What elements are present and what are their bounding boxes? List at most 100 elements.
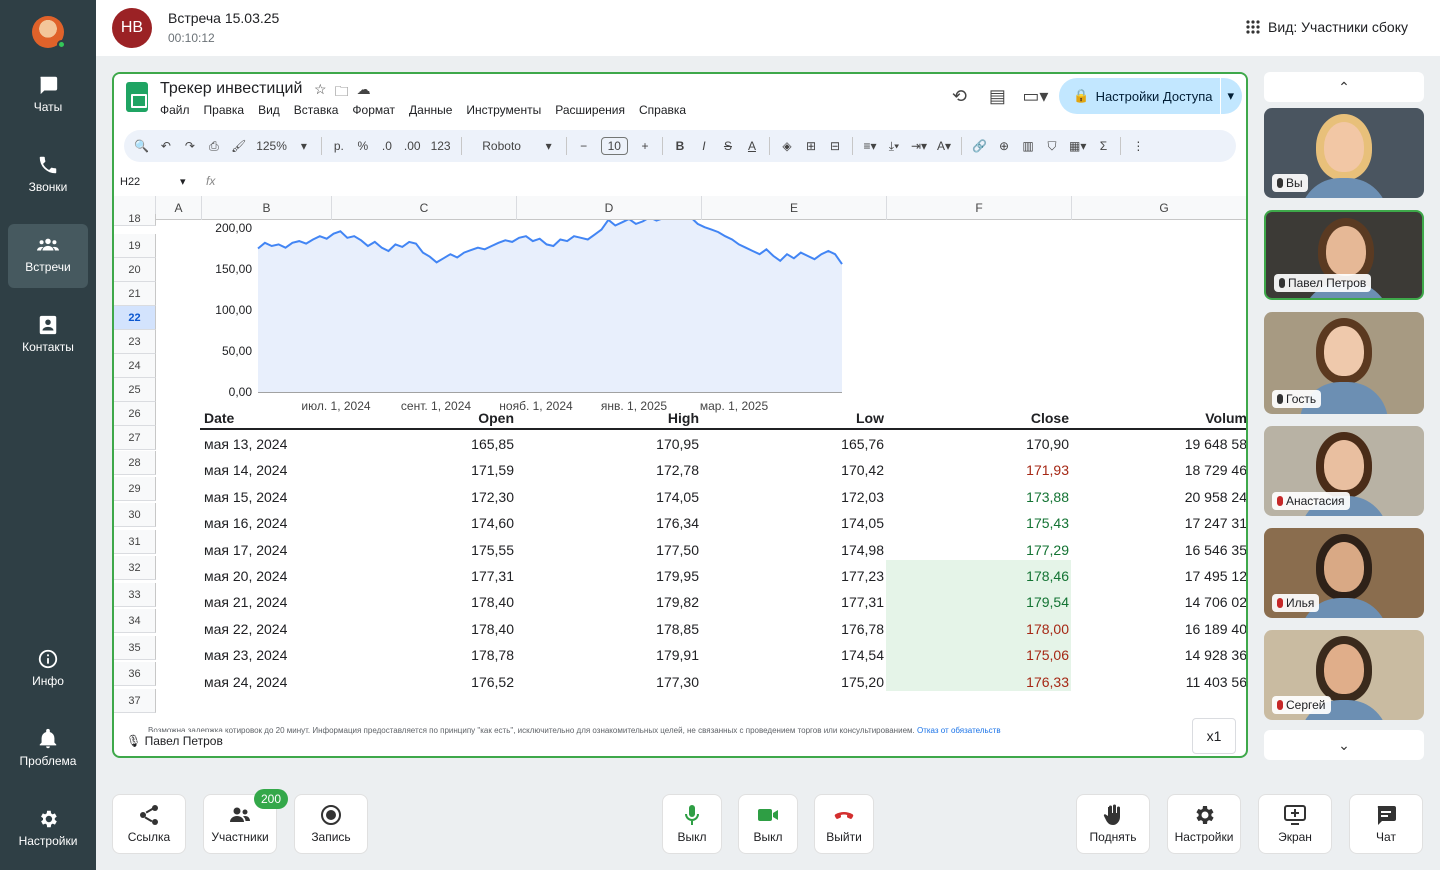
cell-date[interactable]: мая 24, 2024 <box>204 674 287 690</box>
menu-view[interactable]: Вид <box>258 103 280 117</box>
cell-low[interactable]: 165,76 <box>841 436 884 452</box>
cell-open[interactable]: 175,55 <box>471 542 514 558</box>
more-icon[interactable]: ⋮ <box>1131 139 1145 153</box>
cell-date[interactable]: мая 14, 2024 <box>204 462 287 478</box>
share-link-button[interactable]: Ссылка <box>112 794 186 854</box>
participants-button[interactable]: Участники 200 <box>203 789 288 854</box>
row-header[interactable]: 33 <box>114 583 156 607</box>
functions-icon[interactable]: Σ <box>1096 139 1110 153</box>
cell-date[interactable]: мая 15, 2024 <box>204 489 287 505</box>
cell-volume[interactable]: 20 958 24 <box>1167 489 1246 505</box>
cell-close[interactable]: 178,00 <box>1026 621 1069 637</box>
merge-cells-icon[interactable]: ⊟ <box>828 139 842 153</box>
filter-icon[interactable]: ⛉ <box>1045 139 1059 154</box>
disclaimer-link[interactable]: Отказ от обязательств <box>917 726 1001 735</box>
comments-icon[interactable]: ▤ <box>983 82 1011 110</box>
participant-tile[interactable]: Павел Петров <box>1264 210 1424 300</box>
row-header[interactable]: 27 <box>114 426 156 450</box>
cell-high[interactable]: 179,91 <box>656 647 699 663</box>
participant-tile[interactable]: Вы <box>1264 108 1424 198</box>
search-icon[interactable]: 🔍 <box>134 139 149 153</box>
comment-icon[interactable]: ⊕ <box>997 139 1011 153</box>
chevron-down-icon[interactable]: ▾ <box>180 175 186 188</box>
cell-close[interactable]: 170,90 <box>1026 436 1069 452</box>
cell-low[interactable]: 170,42 <box>841 462 884 478</box>
increase-decimal-button[interactable]: .00 <box>404 139 421 153</box>
cell-date[interactable]: мая 17, 2024 <box>204 542 287 558</box>
undo-icon[interactable]: ↶ <box>159 139 173 153</box>
row-header[interactable]: 19 <box>114 234 156 258</box>
row-header[interactable]: 20 <box>114 258 156 282</box>
cell-low[interactable]: 174,05 <box>841 515 884 531</box>
user-avatar[interactable] <box>32 16 66 49</box>
table-row[interactable]: мая 14, 2024 171,59 172,78 170,42 171,93 18 7… <box>200 458 1246 484</box>
cell-open[interactable]: 165,85 <box>471 436 514 452</box>
italic-icon[interactable]: I <box>697 139 711 153</box>
column-header[interactable]: E <box>702 196 887 220</box>
row-header[interactable]: 29 <box>114 477 156 501</box>
row-header[interactable]: 24 <box>114 354 156 378</box>
column-header[interactable]: C <box>332 196 517 220</box>
row-header[interactable]: 28 <box>114 451 156 475</box>
vertical-align-icon[interactable]: ⤓▾ <box>887 139 901 154</box>
cell-high[interactable]: 177,30 <box>656 674 699 690</box>
chevron-down-icon[interactable]: ▾ <box>542 139 556 153</box>
document-title[interactable]: Трекер инвестиций <box>160 80 302 98</box>
row-header[interactable]: 35 <box>114 636 156 660</box>
cell-volume[interactable]: 17 247 31 <box>1167 515 1246 531</box>
menu-extensions[interactable]: Расширения <box>555 103 625 117</box>
table-row[interactable]: мая 22, 2024 178,40 178,85 176,78 178,00 16 1… <box>200 617 1246 643</box>
participant-tile[interactable]: Илья <box>1264 528 1424 618</box>
table-row[interactable]: мая 20, 2024 177,31 179,95 177,23 178,46 17 4… <box>200 564 1246 590</box>
history-icon[interactable]: ⟲ <box>945 82 973 110</box>
font-size-decrease-icon[interactable]: − <box>577 139 591 153</box>
cell-volume[interactable]: 18 729 46 <box>1167 462 1246 478</box>
filter-views-icon[interactable]: ▦▾ <box>1069 139 1086 153</box>
cell-open[interactable]: 178,78 <box>471 647 514 663</box>
row-header[interactable]: 22 <box>114 306 156 330</box>
number-format-button[interactable]: 123 <box>431 139 451 153</box>
table-row[interactable]: мая 23, 2024 178,78 179,91 174,54 175,06 14 9… <box>200 643 1246 669</box>
cell-open[interactable]: 177,31 <box>471 568 514 584</box>
table-row[interactable]: мая 13, 2024 165,85 170,95 165,76 170,90 19 6… <box>200 432 1246 458</box>
zoom-select[interactable]: 125% <box>256 139 287 153</box>
cell-close[interactable]: 178,46 <box>1026 568 1069 584</box>
row-header[interactable]: 34 <box>114 609 156 633</box>
row-header[interactable]: 21 <box>114 282 156 306</box>
leave-call-button[interactable]: Выйти <box>814 794 874 854</box>
cell-close[interactable]: 177,29 <box>1026 542 1069 558</box>
column-header[interactable]: B <box>202 196 332 220</box>
chart-icon[interactable]: ▥ <box>1021 139 1035 153</box>
cell-volume[interactable]: 11 403 56 <box>1167 674 1246 690</box>
cell-date[interactable]: мая 21, 2024 <box>204 594 287 610</box>
sidebar-item-calls[interactable]: Звонки <box>8 144 88 208</box>
sidebar-item-info[interactable]: Инфо <box>8 638 88 702</box>
row-header[interactable]: 37 <box>114 689 156 713</box>
sidebar-item-meetings[interactable]: Встречи <box>8 224 88 288</box>
name-box[interactable]: H22 <box>120 176 140 188</box>
cell-high[interactable]: 176,34 <box>656 515 699 531</box>
participant-tile[interactable]: Сергей <box>1264 630 1424 720</box>
cell-date[interactable]: мая 20, 2024 <box>204 568 287 584</box>
cell-volume[interactable]: 14 928 36 <box>1167 647 1246 663</box>
cell-low[interactable]: 174,54 <box>841 647 884 663</box>
cell-high[interactable]: 179,82 <box>656 594 699 610</box>
cell-high[interactable]: 177,50 <box>656 542 699 558</box>
cell-close[interactable]: 175,06 <box>1026 647 1069 663</box>
cell-low[interactable]: 172,03 <box>841 489 884 505</box>
sidebar-item-chats[interactable]: Чаты <box>8 64 88 128</box>
row-header[interactable]: 26 <box>114 402 156 426</box>
column-header[interactable]: F <box>887 196 1072 220</box>
cell-date[interactable]: мая 22, 2024 <box>204 621 287 637</box>
scroll-down-button[interactable]: ⌄ <box>1264 730 1424 760</box>
cell-high[interactable]: 170,95 <box>656 436 699 452</box>
sheets-logo-icon[interactable] <box>126 82 148 112</box>
row-header[interactable]: 32 <box>114 556 156 580</box>
cell-date[interactable]: мая 13, 2024 <box>204 436 287 452</box>
cell-close[interactable]: 173,88 <box>1026 489 1069 505</box>
chevron-down-icon[interactable]: ▾ <box>297 139 311 153</box>
row-header[interactable]: 23 <box>114 330 156 354</box>
sidebar-item-contacts[interactable]: Контакты <box>8 304 88 368</box>
text-wrap-icon[interactable]: ⇥▾ <box>911 139 927 153</box>
sidebar-item-settings[interactable]: Настройки <box>8 798 88 862</box>
